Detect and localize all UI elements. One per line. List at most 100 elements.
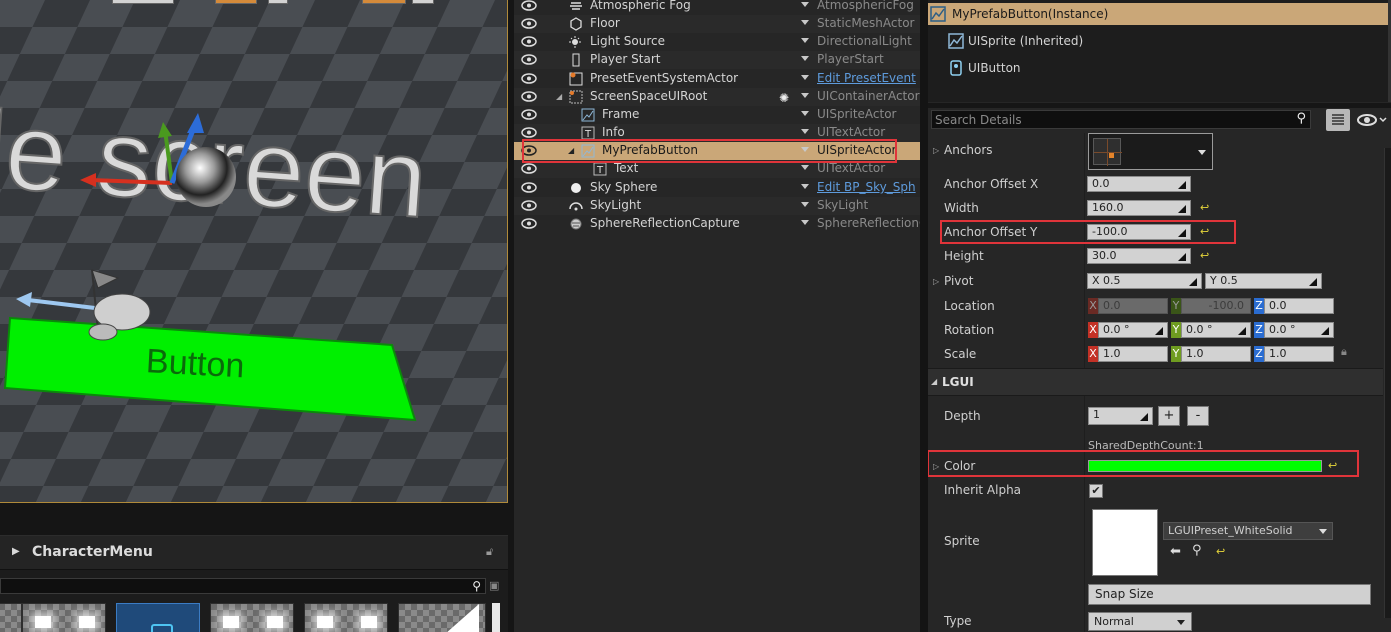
rotation-z-field[interactable]: 0.0 °: [1264, 322, 1334, 338]
details-search-field[interactable]: [935, 112, 1285, 127]
viewport-toolbar-button[interactable]: [362, 0, 406, 4]
lock-icon[interactable]: 🔓︎: [486, 545, 500, 559]
eye-icon[interactable]: [521, 182, 537, 193]
lock-icon[interactable]: 🔒︎: [1341, 345, 1347, 359]
content-browser-scrollbar[interactable]: [492, 603, 500, 632]
outliner-row-type[interactable]: Edit PresetEvent: [817, 71, 920, 85]
drag-handle-icon[interactable]: [1177, 252, 1186, 261]
eye-icon[interactable]: [521, 127, 537, 138]
chevron-down-icon[interactable]: [801, 111, 809, 116]
collapse-triangle-icon[interactable]: ◢: [556, 92, 562, 101]
chevron-down-icon[interactable]: [801, 202, 809, 207]
eye-icon[interactable]: [521, 18, 537, 29]
expand-triangle-icon[interactable]: ▷: [933, 277, 939, 286]
type-dropdown[interactable]: Normal: [1088, 612, 1192, 631]
eye-icon[interactable]: [521, 36, 537, 47]
outliner-row[interactable]: Light Source DirectionalLight: [514, 33, 920, 51]
outliner-row-type[interactable]: Edit BP_Sky_Sph: [817, 180, 920, 194]
chevron-down-icon[interactable]: [801, 38, 809, 43]
asset-thumbnail[interactable]: [22, 603, 106, 632]
depth-field[interactable]: 1: [1088, 407, 1153, 425]
panel-divider[interactable]: [920, 0, 928, 632]
outliner-row[interactable]: Floor StaticMeshActor: [514, 15, 920, 33]
depth-decrement-button[interactable]: -: [1187, 406, 1209, 426]
sprite-asset-dropdown[interactable]: LGUIPreset_WhiteSolid: [1163, 522, 1333, 540]
drag-handle-icon[interactable]: [1237, 326, 1246, 335]
outliner-row[interactable]: Frame UISpriteActor: [514, 106, 920, 124]
search-icon[interactable]: ⚲: [472, 579, 481, 593]
save-icon[interactable]: ▣: [489, 579, 499, 592]
drag-handle-icon[interactable]: [1188, 277, 1197, 286]
anchor-offset-x-field[interactable]: 0.0: [1087, 176, 1191, 192]
asset-thumbnail[interactable]: [0, 603, 22, 632]
width-field[interactable]: 160.0: [1087, 200, 1191, 216]
visibility-filter-button[interactable]: [1356, 111, 1388, 129]
drag-handle-icon[interactable]: [1308, 277, 1317, 286]
pivot-y-field[interactable]: Y 0.5: [1205, 273, 1322, 289]
component-row-uisprite[interactable]: UISprite (Inherited): [946, 30, 1246, 52]
outliner-row[interactable]: Sky Sphere Edit BP_Sky_Sph: [514, 179, 920, 197]
scale-y-field[interactable]: 1.0: [1181, 346, 1251, 362]
outliner-row[interactable]: PresetEventSystemActor Edit PresetEvent: [514, 70, 920, 88]
component-row-root[interactable]: MyPrefabButton(Instance): [928, 3, 1388, 25]
chevron-down-icon[interactable]: [801, 93, 809, 98]
eye-icon[interactable]: [521, 91, 537, 102]
chevron-down-icon[interactable]: [801, 2, 809, 7]
chevron-down-icon[interactable]: [801, 56, 809, 61]
drag-handle-icon[interactable]: [1320, 326, 1329, 335]
anchors-picker[interactable]: [1088, 133, 1213, 170]
drag-handle-icon[interactable]: [1139, 412, 1148, 421]
drag-handle-icon[interactable]: [1177, 180, 1186, 189]
reset-to-default-icon[interactable]: ↩: [1216, 545, 1225, 558]
rotation-x-field[interactable]: 0.0 °: [1098, 322, 1168, 338]
outliner-row[interactable]: SkyLight SkyLight: [514, 197, 920, 215]
browse-search-icon[interactable]: ⚲: [1192, 543, 1202, 558]
eye-icon[interactable]: [521, 54, 537, 65]
viewport-toolbar-button[interactable]: [215, 0, 257, 4]
reset-to-default-icon[interactable]: ↩: [1200, 249, 1209, 262]
expand-triangle-icon[interactable]: ▷: [933, 146, 939, 155]
eye-icon[interactable]: [521, 200, 537, 211]
asset-thumbnail[interactable]: [210, 603, 294, 632]
component-row-uibutton[interactable]: UIButton: [946, 57, 1246, 79]
depth-increment-button[interactable]: +: [1158, 406, 1180, 426]
details-search-input[interactable]: ⚲: [931, 110, 1311, 129]
chevron-down-icon[interactable]: [801, 129, 809, 134]
pivot-x-field[interactable]: X 0.5: [1087, 273, 1202, 289]
outliner-row[interactable]: Player Start PlayerStart: [514, 51, 920, 69]
eye-icon[interactable]: [521, 0, 537, 11]
eye-icon[interactable]: [521, 218, 537, 229]
collapse-triangle-icon[interactable]: ◢: [931, 377, 937, 386]
content-browser-search-input[interactable]: ⚲: [0, 578, 486, 594]
chevron-down-icon[interactable]: [801, 184, 809, 189]
level-viewport[interactable]: le screen Button: [0, 0, 508, 503]
eye-icon[interactable]: [521, 163, 537, 174]
drag-handle-icon[interactable]: [1154, 326, 1163, 335]
chevron-down-icon[interactable]: [801, 220, 809, 225]
asset-thumbnail[interactable]: [398, 603, 486, 632]
chevron-down-icon[interactable]: [801, 165, 809, 170]
asset-thumbnail-selected[interactable]: [116, 603, 200, 632]
scale-z-field[interactable]: 1.0: [1264, 346, 1334, 362]
rotation-y-field[interactable]: 0.0 °: [1181, 322, 1251, 338]
asset-thumbnail[interactable]: [304, 603, 388, 632]
content-browser-title[interactable]: CharacterMenu: [32, 544, 153, 560]
scale-x-field[interactable]: 1.0: [1098, 346, 1168, 362]
eye-icon[interactable]: [521, 73, 537, 84]
reset-to-default-icon[interactable]: ↩: [1200, 201, 1209, 214]
outliner-row[interactable]: SphereReflectionCapture SphereReflectionC: [514, 215, 920, 233]
viewport-toolbar-button[interactable]: [268, 0, 288, 4]
viewport-toolbar-button[interactable]: [412, 0, 434, 4]
height-field[interactable]: 30.0: [1087, 248, 1191, 264]
inherit-alpha-checkbox[interactable]: ✔: [1089, 484, 1103, 498]
use-selected-asset-icon[interactable]: ⬅: [1170, 544, 1181, 559]
viewport-toolbar-button[interactable]: [112, 0, 174, 4]
lgui-section-header[interactable]: ◢ LGUI: [928, 368, 1383, 396]
expand-arrow-icon[interactable]: ▶: [12, 546, 20, 557]
sun-icon[interactable]: ✺: [779, 91, 789, 105]
drag-handle-icon[interactable]: [1177, 204, 1186, 213]
outliner-row[interactable]: ◢ ScreenSpaceUIRoot UIContainerActor: [514, 88, 920, 106]
outliner-row[interactable]: Atmospheric Fog AtmosphericFog: [514, 0, 920, 15]
sprite-thumbnail[interactable]: [1092, 509, 1158, 576]
chevron-down-icon[interactable]: [801, 75, 809, 80]
